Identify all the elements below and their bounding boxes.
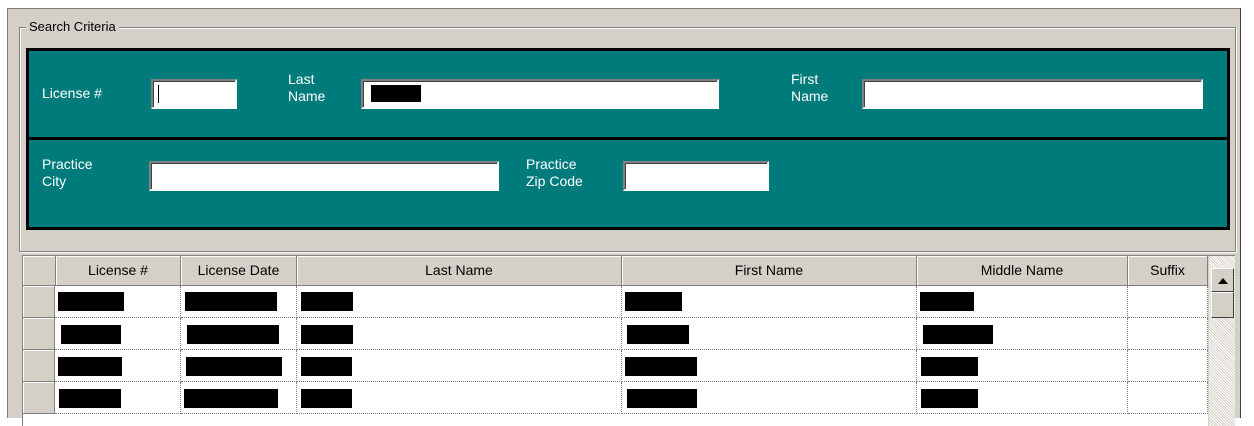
first-name-label: First Name bbox=[791, 71, 829, 104]
row-selector[interactable] bbox=[23, 286, 55, 318]
table-cell[interactable] bbox=[622, 382, 917, 414]
row-selector[interactable] bbox=[23, 350, 55, 382]
column-header-license-date[interactable]: License Date bbox=[181, 256, 297, 286]
table-cell[interactable] bbox=[181, 286, 297, 318]
row-selector[interactable] bbox=[23, 382, 55, 414]
table-cell[interactable] bbox=[622, 350, 917, 382]
table-cell[interactable] bbox=[181, 382, 297, 414]
table-cell[interactable] bbox=[917, 286, 1128, 318]
table-cell[interactable] bbox=[181, 318, 297, 350]
redacted-value bbox=[301, 389, 352, 408]
table-cell[interactable] bbox=[917, 350, 1128, 382]
scroll-thumb[interactable] bbox=[1211, 292, 1234, 318]
table-cell[interactable] bbox=[1128, 318, 1208, 350]
table-cell[interactable] bbox=[1128, 350, 1208, 382]
redacted-value bbox=[627, 325, 689, 344]
last-name-input[interactable] bbox=[361, 79, 719, 109]
redacted-value bbox=[921, 357, 978, 376]
first-name-input[interactable] bbox=[862, 79, 1203, 109]
text-caret bbox=[158, 85, 159, 103]
license-input[interactable] bbox=[151, 79, 237, 109]
name-search-panel: License # Last Name First Name bbox=[26, 48, 1230, 142]
vertical-scrollbar[interactable] bbox=[1208, 256, 1235, 426]
scroll-up-button[interactable] bbox=[1211, 268, 1234, 292]
redacted-value bbox=[625, 357, 697, 376]
redacted-value bbox=[184, 389, 278, 408]
results-grid: License # License Date Last Name First N… bbox=[22, 255, 1235, 426]
column-header-suffix[interactable]: Suffix bbox=[1128, 256, 1208, 286]
redacted-value bbox=[59, 389, 121, 408]
redacted-value bbox=[923, 325, 993, 344]
column-header-license[interactable]: License # bbox=[56, 256, 181, 286]
column-header-last-name[interactable]: Last Name bbox=[297, 256, 622, 286]
redacted-value bbox=[371, 85, 421, 102]
redacted-value bbox=[187, 325, 279, 344]
row-selector[interactable] bbox=[23, 318, 55, 350]
redacted-value bbox=[301, 325, 353, 344]
table-cell[interactable] bbox=[297, 382, 622, 414]
search-criteria-legend: Search Criteria bbox=[26, 19, 119, 34]
practice-search-panel: Practice City Practice Zip Code bbox=[26, 137, 1230, 230]
table-cell[interactable] bbox=[181, 350, 297, 382]
practice-zip-input[interactable] bbox=[623, 161, 769, 191]
table-cell[interactable] bbox=[297, 286, 622, 318]
column-header-middle-name[interactable]: Middle Name bbox=[917, 256, 1128, 286]
table-cell[interactable] bbox=[622, 318, 917, 350]
table-cell[interactable] bbox=[55, 350, 181, 382]
table-cell[interactable] bbox=[55, 286, 181, 318]
redacted-value bbox=[58, 357, 122, 376]
table-cell[interactable] bbox=[297, 318, 622, 350]
redacted-value bbox=[301, 357, 352, 376]
practice-zip-label: Practice Zip Code bbox=[526, 156, 583, 189]
redacted-value bbox=[627, 389, 697, 408]
redacted-value bbox=[921, 389, 978, 408]
redacted-value bbox=[920, 292, 974, 311]
redacted-value bbox=[186, 357, 282, 376]
table-cell[interactable] bbox=[1128, 286, 1208, 318]
last-name-label: Last Name bbox=[288, 71, 326, 104]
redacted-value bbox=[301, 292, 353, 311]
redacted-value bbox=[58, 292, 124, 311]
table-cell[interactable] bbox=[1128, 382, 1208, 414]
table-cell[interactable] bbox=[917, 382, 1128, 414]
table-cell[interactable] bbox=[297, 350, 622, 382]
table-cell[interactable] bbox=[55, 382, 181, 414]
practice-city-label: Practice City bbox=[42, 156, 93, 189]
grid-corner bbox=[23, 256, 56, 286]
table-cell[interactable] bbox=[55, 318, 181, 350]
license-label: License # bbox=[42, 85, 102, 101]
column-header-first-name[interactable]: First Name bbox=[622, 256, 917, 286]
table-cell[interactable] bbox=[917, 318, 1128, 350]
redacted-value bbox=[185, 292, 277, 311]
up-arrow-icon bbox=[1218, 278, 1228, 284]
table-cell[interactable] bbox=[622, 286, 917, 318]
redacted-value bbox=[61, 325, 121, 344]
redacted-value bbox=[625, 292, 682, 311]
practice-city-input[interactable] bbox=[149, 161, 499, 191]
